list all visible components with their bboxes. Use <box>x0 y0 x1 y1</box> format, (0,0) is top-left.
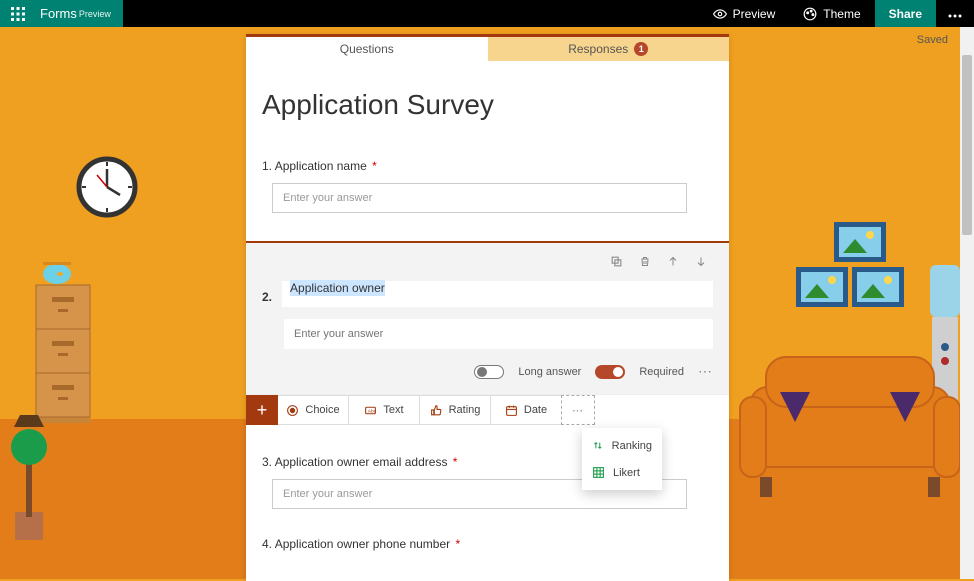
brand-sup: Preview <box>79 9 111 19</box>
grid-icon <box>592 466 605 479</box>
add-choice-label: Choice <box>305 404 339 416</box>
form-card: Questions Responses 1 Application Survey… <box>246 34 729 581</box>
preview-label: Preview <box>733 7 776 21</box>
question-2-input[interactable] <box>284 319 713 349</box>
likert-label: Likert <box>613 467 640 479</box>
add-more-types-button[interactable]: ⋯ <box>561 395 595 425</box>
sofa-graphic <box>740 357 960 497</box>
thumbs-up-icon <box>430 404 443 417</box>
trash-icon <box>639 255 651 268</box>
delete-button[interactable] <box>639 255 651 271</box>
question-4: 4. Application owner phone number * <box>262 537 713 551</box>
q4-text: Application owner phone number <box>275 537 450 551</box>
required-toggle[interactable] <box>595 365 625 379</box>
q2-num: 2. <box>262 284 272 304</box>
q4-num: 4. <box>262 537 272 551</box>
picture-frames-graphic <box>796 222 904 307</box>
add-choice-button[interactable]: Choice <box>278 395 349 425</box>
required-asterisk: * <box>453 455 458 469</box>
question-1: 1. Application name * <box>262 159 713 213</box>
text-icon: Abc <box>364 404 377 417</box>
theme-button[interactable]: Theme <box>789 0 874 27</box>
add-date-button[interactable]: Date <box>491 395 562 425</box>
copy-button[interactable] <box>610 255 623 271</box>
form-tabs: Questions Responses 1 <box>246 37 729 61</box>
add-rating-button[interactable]: Rating <box>420 395 491 425</box>
tab-questions-label: Questions <box>340 42 394 56</box>
question-more-button[interactable]: ⋯ <box>698 363 713 380</box>
arrow-up-icon <box>667 255 679 268</box>
q1-num: 1. <box>262 159 272 173</box>
more-types-dropdown: Ranking Likert <box>582 428 662 490</box>
add-date-label: Date <box>524 404 547 416</box>
brand-text: Forms <box>40 6 77 21</box>
form-body: Application Survey 1. Application name *… <box>246 61 729 581</box>
ranking-label: Ranking <box>612 440 652 452</box>
question-1-label: 1. Application name * <box>262 159 713 173</box>
more-horizontal-icon <box>948 14 962 18</box>
form-title[interactable]: Application Survey <box>262 89 713 121</box>
waffle-icon <box>11 7 25 21</box>
tab-responses-label: Responses <box>568 42 628 56</box>
add-rating-label: Rating <box>449 404 481 416</box>
add-question-plus-button[interactable]: + <box>246 395 278 425</box>
question-2-title-input[interactable]: Application owner <box>282 281 713 307</box>
preview-button[interactable]: Preview <box>699 0 790 27</box>
q2-title-text: Application owner <box>290 280 385 296</box>
add-ranking-option[interactable]: Ranking <box>582 432 662 459</box>
responses-badge: 1 <box>634 42 648 56</box>
calendar-icon <box>505 404 518 417</box>
question-1-input[interactable] <box>272 183 687 213</box>
add-text-label: Text <box>383 404 403 416</box>
q3-text: Application owner email address <box>275 455 448 469</box>
top-bar: FormsPreview Preview Theme Share <box>0 0 974 27</box>
long-answer-toggle[interactable] <box>474 365 504 379</box>
ranking-icon <box>592 439 604 452</box>
add-text-button[interactable]: Abc Text <box>349 395 420 425</box>
question-2-footer: Long answer Required ⋯ <box>262 363 713 380</box>
save-status: Saved <box>917 34 948 46</box>
tab-responses[interactable]: Responses 1 <box>488 37 730 61</box>
radio-icon <box>286 404 299 417</box>
add-likert-option[interactable]: Likert <box>582 459 662 486</box>
required-label: Required <box>639 366 684 378</box>
question-toolbar <box>262 253 713 281</box>
brand-label: FormsPreview <box>36 0 123 27</box>
q1-text: Application name <box>275 159 367 173</box>
question-2-editor: 2. Application owner Long answer Require… <box>246 241 729 394</box>
eye-icon <box>713 7 727 21</box>
app-launcher-button[interactable] <box>0 0 36 27</box>
scrollbar-thumb[interactable] <box>962 55 972 235</box>
copy-icon <box>610 255 623 268</box>
add-question-bar: + Choice Abc Text Rating Date ⋯ <box>246 394 729 425</box>
scrollbar-track[interactable] <box>960 27 974 579</box>
svg-text:Abc: Abc <box>368 408 377 414</box>
q3-num: 3. <box>262 455 272 469</box>
share-label: Share <box>889 7 922 21</box>
top-more-button[interactable] <box>936 7 974 21</box>
theme-label: Theme <box>823 7 860 21</box>
required-asterisk: * <box>455 537 460 551</box>
tab-questions[interactable]: Questions <box>246 37 488 61</box>
required-asterisk: * <box>372 159 377 173</box>
share-button[interactable]: Share <box>875 0 936 27</box>
fishbowl-graphic <box>43 262 71 284</box>
arrow-down-icon <box>695 255 707 268</box>
palette-icon <box>803 7 817 21</box>
plant-graphic <box>11 415 47 540</box>
question-4-label: 4. Application owner phone number * <box>262 537 713 551</box>
move-up-button[interactable] <box>667 255 679 271</box>
cabinet-graphic <box>36 285 90 423</box>
move-down-button[interactable] <box>695 255 707 271</box>
long-answer-label: Long answer <box>518 366 581 378</box>
clock-graphic <box>79 159 135 215</box>
